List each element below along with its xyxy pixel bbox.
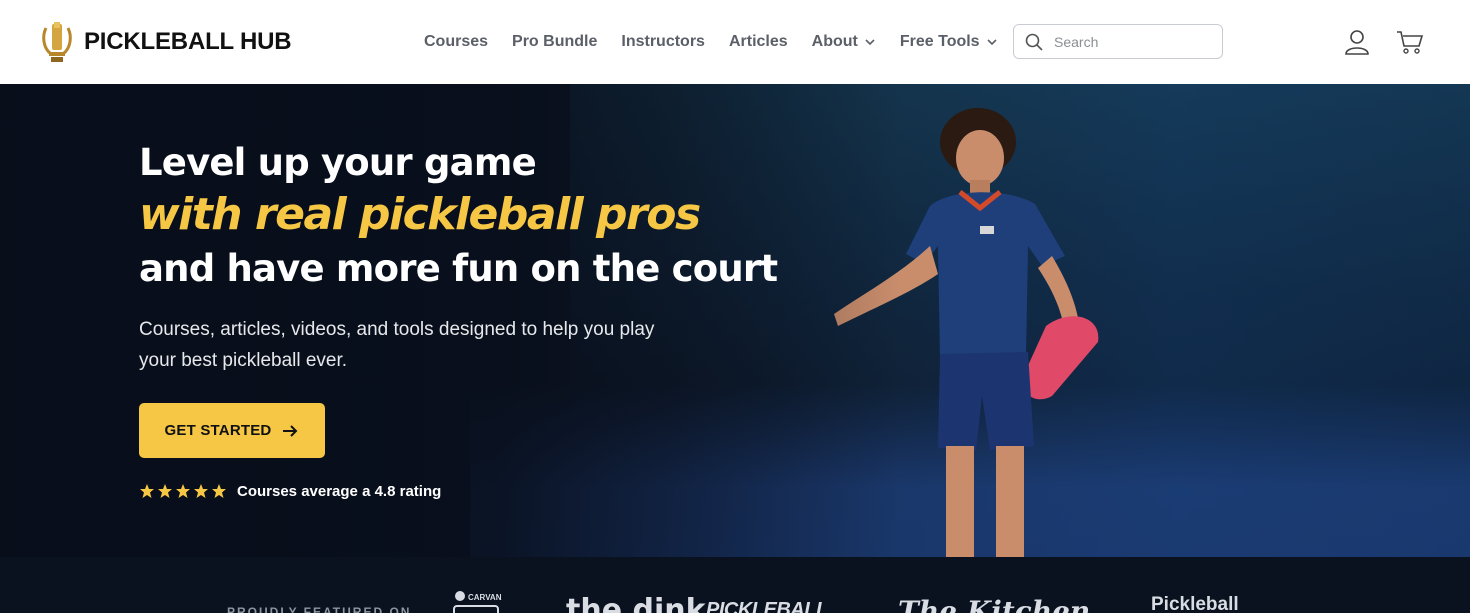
trophy-logo-icon [42, 22, 72, 62]
main-nav: Courses Pro Bundle Instructors Articles … [424, 28, 1022, 56]
chevron-down-icon [865, 39, 875, 46]
star-icon [176, 484, 190, 498]
featured-bar: PROUDLY FEATURED ON CARVANA the dink PIC… [0, 557, 1470, 613]
get-started-button[interactable]: GET STARTED [139, 403, 325, 458]
carvana-text: CARVANA [468, 593, 502, 602]
arrow-right-icon [283, 424, 298, 437]
rating-value: 4.8 [374, 482, 396, 500]
search-icon [1025, 33, 1043, 51]
hero-heading-line1: Level up your game [139, 141, 537, 184]
site-header: PICKLEBALL HUB Courses Pro Bundle Instru… [0, 0, 1470, 84]
the-dink-logo: the dink [566, 593, 706, 613]
chevron-down-icon [987, 39, 997, 46]
nav-instructors[interactable]: Instructors [621, 33, 705, 51]
star-icon [158, 484, 172, 498]
carvana-logo-icon: CARVANA [453, 591, 507, 613]
nav-about[interactable]: About [812, 33, 876, 51]
logo[interactable]: PICKLEBALL HUB [38, 20, 292, 64]
pickleball-logo: PICKLEBALL [706, 599, 828, 613]
carvana-logo: CARVANA [452, 590, 507, 613]
hero-section: Level up your game with real pickleball … [0, 84, 1470, 557]
star-icon [212, 484, 226, 498]
nav-pro-bundle[interactable]: Pro Bundle [512, 33, 597, 51]
logo-text: PICKLEBALL HUB [84, 28, 292, 55]
hero-heading-line2: with real pickleball pros [139, 189, 701, 240]
hero-heading-line3: and have more fun on the court [139, 247, 778, 290]
star-icon [194, 484, 208, 498]
hero-subtitle: Courses, articles, videos, and tools des… [139, 319, 655, 371]
rating-text: Courses average a 4.8 rating [237, 482, 442, 500]
user-icon[interactable] [1343, 28, 1371, 56]
pickleball-brand-logo: Pickleball [1151, 594, 1239, 613]
nav-courses[interactable]: Courses [424, 33, 488, 51]
rating-row: Courses average a 4.8 rating [139, 481, 441, 501]
get-started-label: GET STARTED [164, 422, 272, 439]
featured-label: PROUDLY FEATURED ON [227, 605, 412, 613]
cart-icon[interactable] [1396, 28, 1424, 56]
rating-stars [139, 483, 227, 499]
nav-free-tools[interactable]: Free Tools [900, 33, 998, 51]
the-kitchen-logo: The Kitchen [898, 595, 1091, 613]
star-icon [140, 484, 154, 498]
search-input[interactable] [1054, 33, 1204, 50]
search-box[interactable] [1013, 24, 1223, 59]
hero-heading: Level up your game with real pickleball … [139, 140, 779, 294]
hero-content: Level up your game with real pickleball … [139, 140, 779, 376]
nav-articles[interactable]: Articles [729, 33, 788, 51]
